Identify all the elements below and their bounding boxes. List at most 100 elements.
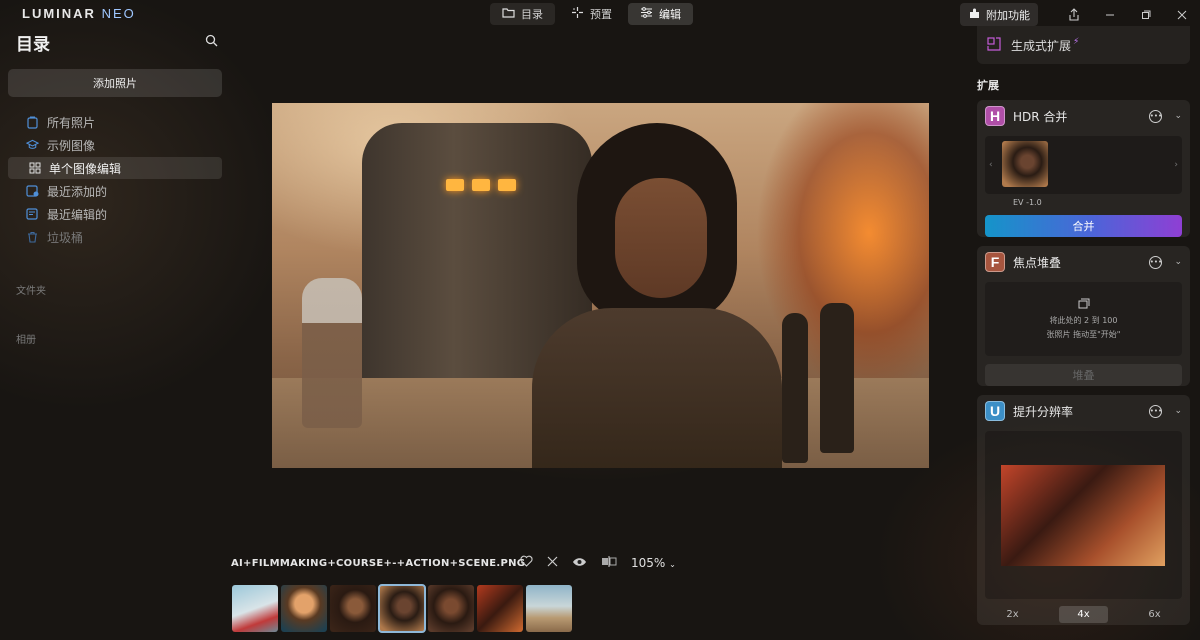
- sparkle-icon: [571, 6, 584, 22]
- focus-stacking-card: F 焦点堆叠 ••• ⌄ 将此处的 2 到 100 张照片 拖动至"开始" 堆叠: [977, 246, 1190, 386]
- upscale-header[interactable]: U 提升分辨率 ••• ⌄: [977, 395, 1190, 427]
- more-options-icon[interactable]: •••: [1149, 404, 1163, 418]
- filmstrip-thumb[interactable]: [428, 585, 474, 632]
- trash-icon: [26, 231, 39, 244]
- logo-main: LUMINAR: [22, 6, 96, 21]
- chevron-left-icon[interactable]: ‹: [989, 160, 993, 170]
- hdr-merge-title: HDR 合并: [1013, 109, 1068, 124]
- right-panel: 生成式扩展 ⚡ 扩展 H HDR 合并 ••• ⌄ ‹ › EV -1.0 合并…: [977, 26, 1190, 632]
- tab-catalog-label: 目录: [521, 8, 543, 21]
- filmstrip: [232, 584, 572, 633]
- chevron-down-icon[interactable]: ⌄: [1174, 257, 1182, 267]
- focus-stacking-header[interactable]: F 焦点堆叠 ••• ⌄: [977, 246, 1190, 278]
- generative-expand-button[interactable]: 生成式扩展 ⚡: [977, 26, 1190, 64]
- sidebar-item-label: 单个图像编辑: [49, 161, 122, 176]
- chevron-right-icon[interactable]: ›: [1174, 160, 1178, 170]
- sidebar-item-label: 垃圾桶: [47, 230, 84, 245]
- hdr-thumb[interactable]: [1002, 141, 1048, 187]
- puzzle-icon: [968, 7, 981, 23]
- stack-button[interactable]: 堆叠: [985, 364, 1182, 386]
- app-logo: LUMINAR NEO: [22, 6, 136, 21]
- hdr-image-strip: ‹ ›: [985, 136, 1182, 194]
- top-nav: 目录 预置 编辑: [490, 3, 693, 25]
- more-options-icon[interactable]: •••: [1149, 109, 1163, 123]
- scale-2x[interactable]: 2x: [988, 606, 1036, 623]
- scale-options: 2x 4x 6x: [977, 603, 1190, 625]
- focus-badge-icon: F: [985, 252, 1005, 272]
- sidebar-title: 目录: [16, 35, 50, 55]
- share-icon[interactable]: [1056, 4, 1092, 26]
- sidebar-item-label: 所有照片: [47, 115, 96, 130]
- chevron-down-icon[interactable]: ⌄: [1174, 111, 1182, 121]
- sidebar-item-trash[interactable]: 垃圾桶: [8, 226, 222, 248]
- filmstrip-thumb[interactable]: [477, 585, 523, 632]
- sidebar: 目录 添加照片 所有照片 示例图像 单个图像编辑 最近添加的 最近编辑的 垃圾桶: [8, 26, 222, 346]
- folder-icon: [502, 7, 515, 21]
- photo-light: [472, 179, 490, 191]
- zoom-value: 105%: [631, 555, 666, 570]
- tab-edit[interactable]: 编辑: [628, 3, 693, 25]
- grid-icon: [28, 162, 41, 175]
- sidebar-item-single-edits[interactable]: 单个图像编辑: [8, 157, 222, 179]
- scale-4x[interactable]: 4x: [1059, 605, 1108, 623]
- upscale-preview-area: [985, 431, 1182, 599]
- sidebar-item-label: 示例图像: [47, 138, 96, 153]
- extensions-heading: 扩展: [977, 79, 999, 92]
- filmstrip-thumb[interactable]: [232, 585, 278, 632]
- spark-icon: ⚡: [1073, 37, 1080, 47]
- eye-icon[interactable]: [572, 556, 587, 570]
- sidebar-item-recently-added[interactable]: 最近添加的: [8, 180, 222, 202]
- photo-figure: [820, 303, 854, 453]
- hdr-badge-icon: H: [985, 106, 1005, 126]
- addons-button[interactable]: 附加功能: [960, 3, 1038, 26]
- filmstrip-thumb[interactable]: [281, 585, 327, 632]
- section-folders[interactable]: 文件夹: [16, 282, 222, 297]
- upscale-badge-icon: U: [985, 401, 1005, 421]
- main-photo[interactable]: [272, 103, 929, 468]
- restore-icon[interactable]: [1128, 4, 1164, 26]
- compare-icon[interactable]: [601, 555, 617, 570]
- filmstrip-thumb[interactable]: [330, 585, 376, 632]
- filmstrip-thumb-selected[interactable]: [378, 584, 426, 633]
- chevron-down-icon[interactable]: ⌄: [1174, 406, 1182, 416]
- image-stack-icon: [1078, 298, 1090, 312]
- tab-presets[interactable]: 预置: [559, 3, 624, 25]
- addons-label: 附加功能: [986, 8, 1030, 22]
- minimize-icon[interactable]: [1092, 4, 1128, 26]
- zoom-level[interactable]: 105% ⌄: [631, 556, 676, 570]
- sidebar-item-label: 最近添加的: [47, 184, 108, 199]
- reject-icon[interactable]: [547, 556, 558, 570]
- hdr-merge-header[interactable]: H HDR 合并 ••• ⌄: [977, 100, 1190, 132]
- add-photos-button[interactable]: 添加照片: [8, 69, 222, 97]
- more-options-icon[interactable]: •••: [1149, 255, 1163, 269]
- tab-catalog[interactable]: 目录: [490, 3, 555, 25]
- sidebar-item-recently-edited[interactable]: 最近编辑的: [8, 203, 222, 225]
- upscale-card: U 提升分辨率 ••• ⌄ 2x 4x 6x: [977, 395, 1190, 625]
- merge-button[interactable]: 合并: [985, 215, 1182, 237]
- recent-edited-icon: [26, 208, 39, 221]
- viewer-tools: 105% ⌄: [520, 555, 676, 570]
- expand-icon: [987, 36, 1001, 54]
- photo-figure: [782, 313, 808, 463]
- generative-expand-label: 生成式扩展: [1011, 38, 1072, 53]
- ev-label: EV -1.0: [1013, 198, 1042, 207]
- photo-body: [532, 308, 782, 468]
- file-name: AI+FILMMAKING+COURSE+-+ACTION+SCENE.PNG: [231, 558, 526, 569]
- upscale-preview-image: [1001, 465, 1165, 566]
- close-icon[interactable]: [1164, 4, 1200, 26]
- sidebar-item-samples[interactable]: 示例图像: [8, 134, 222, 156]
- sidebar-item-all-photos[interactable]: 所有照片: [8, 111, 222, 133]
- hdr-merge-card: H HDR 合并 ••• ⌄ ‹ › EV -1.0 合并: [977, 100, 1190, 237]
- filmstrip-thumb[interactable]: [526, 585, 572, 632]
- search-icon[interactable]: [205, 32, 218, 51]
- graduation-cap-icon: [26, 139, 39, 152]
- heart-icon[interactable]: [520, 555, 533, 570]
- upscale-title: 提升分辨率: [1013, 404, 1074, 419]
- scale-6x[interactable]: 6x: [1130, 606, 1178, 623]
- logo-accent: NEO: [101, 6, 136, 21]
- photo-light: [446, 179, 464, 191]
- window-controls: 附加功能: [960, 3, 1200, 26]
- section-albums[interactable]: 相册: [16, 331, 222, 346]
- photos-icon: [26, 116, 39, 129]
- focus-drop-zone[interactable]: 将此处的 2 到 100 张照片 拖动至"开始": [985, 282, 1182, 356]
